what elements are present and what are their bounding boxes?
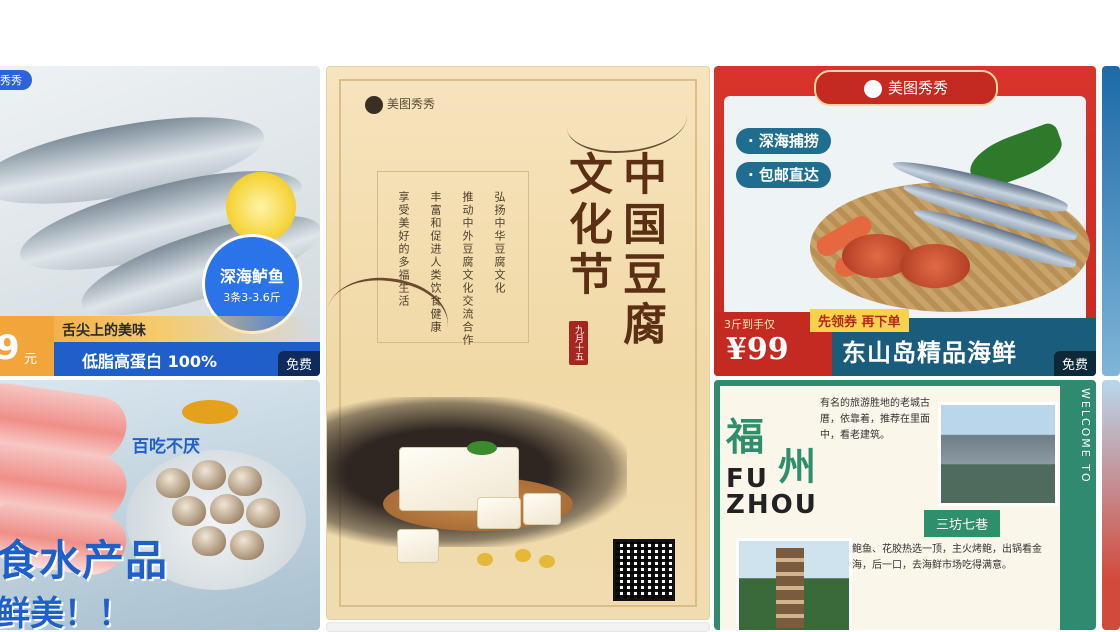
price-number: 9 xyxy=(0,328,20,368)
tofu-image xyxy=(523,493,561,525)
feature-pill: · 包邮直达 xyxy=(736,162,831,188)
clam-image xyxy=(230,530,264,560)
welcome-text: WELCOME TO xyxy=(1079,388,1092,484)
headline-line1: 食水产品 xyxy=(0,536,169,585)
soybean-image xyxy=(515,549,531,562)
poster-title-col2: 文化节 xyxy=(561,151,612,301)
logo-icon xyxy=(863,79,882,98)
qr-code xyxy=(613,539,675,601)
crab-image xyxy=(900,244,970,288)
handwritten-note: 有名的旅游胜地的老城古厝，依靠着，推荐在里面中，看老建筑。 xyxy=(820,398,930,441)
claim-text: 低脂高蛋白 100% xyxy=(82,352,218,371)
template-card-seafood[interactable]: 百吃不厌 食水产品 鲜美！！ xyxy=(0,380,320,630)
clam-image xyxy=(228,466,262,496)
product-name: 东山岛精品海鲜 xyxy=(842,338,1017,367)
template-card-seafood-promo[interactable]: 美图秀秀 · 深海捕捞 · 包邮直达 3斤到手仅 ¥99 先领券 再下单 东山岛… xyxy=(714,66,1096,376)
template-card-fish[interactable]: 秀秀 深海鲈鱼 3条3-3.6斤 舌尖上的美味 低脂高蛋白 100% 9 元 免… xyxy=(0,66,320,376)
old-street-photo xyxy=(938,402,1058,506)
circle-title: 深海鲈鱼 xyxy=(219,267,284,286)
intro-line: 弘扬中华豆腐文化 xyxy=(493,191,506,295)
clam-image xyxy=(192,460,226,490)
title-char: 福 xyxy=(726,415,765,459)
price-unit: 元 xyxy=(24,352,38,367)
template-card-partial[interactable] xyxy=(1102,380,1120,630)
circle-subtitle: 3条3-3.6斤 xyxy=(223,291,281,304)
logo-icon xyxy=(365,95,383,114)
pagoda-image xyxy=(776,548,804,628)
tagline-text: 百吃不厌 xyxy=(132,437,200,457)
coupon-tag: 先领券 再下单 xyxy=(810,309,909,332)
template-card-partial[interactable] xyxy=(326,622,710,632)
top-whitespace xyxy=(0,0,1120,66)
price-caption: 3斤到手仅 xyxy=(724,318,775,331)
clam-image xyxy=(246,498,280,528)
tofu-image xyxy=(397,529,439,563)
brand-banner: 美图秀秀 xyxy=(814,70,998,106)
free-badge: 免费 xyxy=(1053,351,1096,376)
brand-text: 美图秀秀 xyxy=(887,79,948,97)
location-tag: 三坊七巷 xyxy=(924,510,1001,537)
feature-pill: · 深海捕捞 xyxy=(736,128,831,154)
date-seal: 九月十五 xyxy=(569,321,588,365)
template-card-partial[interactable] xyxy=(1102,66,1120,376)
tagline-text: 舌尖上的美味 xyxy=(62,323,146,339)
clam-image xyxy=(192,526,226,556)
brand-label: 秀秀 xyxy=(0,70,32,90)
intro-line: 推动中外豆腐文化交流合作 xyxy=(461,191,474,347)
poster-title-col1: 中国豆腐 xyxy=(615,151,666,351)
logo-text: 美图秀秀 xyxy=(387,97,436,111)
leaf-garnish xyxy=(467,441,497,455)
template-card-tofu-poster[interactable]: 美图秀秀 弘扬中华豆腐文化 推动中外豆腐文化交流合作 丰富和促进人类饮食健康 享… xyxy=(326,66,710,620)
headline-line2: 鲜美！！ xyxy=(0,594,132,630)
clam-image xyxy=(172,496,206,526)
price-number: ¥99 xyxy=(726,332,789,367)
clam-image xyxy=(156,468,190,498)
title-char: 州 xyxy=(778,445,817,489)
soybean-image xyxy=(477,553,493,566)
title-english: ZHOU xyxy=(726,490,818,520)
clam-image xyxy=(210,494,244,524)
free-badge: 免费 xyxy=(277,351,320,376)
lemon-image xyxy=(226,172,296,242)
price-block: 9 元 xyxy=(0,316,54,376)
handwritten-note: 鲍鱼、花胶热选一顶，主火烤鲍，出锅看金海，后一口，去海鲜市场吃得满意。 xyxy=(852,544,1042,571)
soybean-image xyxy=(539,555,555,568)
tofu-image xyxy=(477,497,521,529)
sauce-dish-image xyxy=(182,400,238,424)
brand-logo: 美图秀秀 xyxy=(365,95,435,114)
template-card-fuzhou-travel[interactable]: 福 州 FU ZHOU 有名的旅游胜地的老城古厝，依靠着，推荐在里面中，看老建筑… xyxy=(714,380,1096,630)
